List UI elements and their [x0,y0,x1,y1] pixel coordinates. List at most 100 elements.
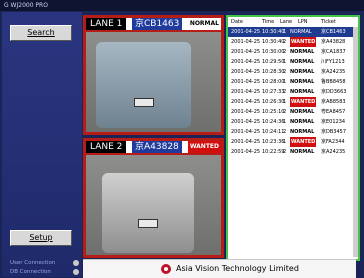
lane-2-label: LANE 2 [86,141,127,153]
cell-lane: 2 [283,149,287,155]
cell-status: NORMAL [290,79,315,85]
cell-time: 10:28:00 [262,79,285,85]
table-row[interactable]: 2001-04-25 10:24:36 1 NORMAL 京E01234 [228,117,358,127]
cell-time: 10:30:40 [262,29,285,35]
table-row[interactable]: 2001-04-25 10:28:00 1 NORMAL 鲁BB8458 [228,77,358,87]
cell-date: 2001-04-25 [231,69,261,75]
cell-status: NORMAL [290,119,315,125]
cell-lane: 1 [283,99,287,105]
table-row[interactable]: 2001-04-25 10:22:59 2 NORMAL 京A24235 [228,147,358,157]
cell-ticket: 川FY1213 [321,59,345,65]
cell-date: 2001-04-25 [231,129,261,135]
cell-status: NORMAL [290,149,315,155]
column-header-lpn: LPN [298,19,308,25]
cell-status: WANTED [290,137,317,147]
cell-ticket: 京CA1837 [321,49,346,55]
lane-2-camera-image [86,155,221,255]
column-header-time: Time [262,19,275,25]
cell-ticket: 京DD3663 [321,89,347,95]
cell-lane: 2 [283,89,287,95]
cell-time: 10:28:30 [262,69,285,75]
lane-2-panel: LANE 2 京A43828 WANTED [83,138,224,258]
table-row[interactable]: 2001-04-25 10:24:11 2 NORMAL 京DB3457 [228,127,358,137]
cell-status: NORMAL [290,89,315,95]
cell-time: 10:26:30 [262,99,285,105]
app-window: G WJ2000 PRO Search Setup User Connectio… [0,0,364,278]
cell-lane: 2 [283,129,287,135]
table-row[interactable]: 2001-04-25 10:29:50 1 NORMAL 川FY1213 [228,57,358,67]
lane-1-lpn: 京CB1463 [132,18,183,30]
cell-date: 2001-04-25 [231,139,261,145]
cell-ticket: 京A43828 [321,39,346,45]
db-connection-label: DB Connection [10,269,51,275]
table-row[interactable]: 2001-04-25 10:26:30 1 WANTED 京AB8583 [228,97,358,107]
cell-date: 2001-04-25 [231,109,261,115]
window-title: G WJ2000 PRO [0,0,364,11]
cell-status: WANTED [290,97,317,107]
table-row[interactable]: 2001-04-25 10:23:36 1 WANTED 京FA2344 [228,137,358,147]
cell-date: 2001-04-25 [231,119,261,125]
cell-ticket: 鲁BB8458 [321,79,346,85]
lane-1-status-badge: NORMAL [189,20,219,27]
cell-lane: 2 [283,49,287,55]
search-button[interactable]: Search [10,25,72,41]
table-row[interactable]: 2001-04-25 10:25:10 2 NORMAL 粤EA8457 [228,107,358,117]
cell-lane: 2 [283,109,287,115]
cell-time: 10:27:33 [262,89,285,95]
cell-lane: 2 [283,39,287,45]
cell-status: NORMAL [290,69,315,75]
cell-lane: 1 [283,79,287,85]
lane-1-label: LANE 1 [86,18,127,30]
cell-status: NORMAL [290,59,315,65]
cell-date: 2001-04-25 [231,99,261,105]
cell-date: 2001-04-25 [231,79,261,85]
db-connection-indicator-icon [73,269,79,275]
cell-ticket: 京DB3457 [321,129,347,135]
column-header-date: Date [231,19,243,25]
cell-time: 10:30:40 [262,39,285,45]
cell-ticket: 京AB8583 [321,99,346,105]
table-row[interactable]: 2001-04-25 10:30:40 1 NORMAL 京CB1463 [228,27,358,37]
user-connection-label: User Connection [10,260,56,266]
table-row[interactable]: 2001-04-25 10:27:33 2 NORMAL 京DD3663 [228,87,358,97]
cell-ticket: 京A24235 [321,149,346,155]
column-header-lane: Lane [280,19,293,25]
cell-date: 2001-04-25 [231,29,261,35]
cell-lane: 1 [283,119,287,125]
cell-ticket: 京A24235 [321,69,346,75]
cell-date: 2001-04-25 [231,39,261,45]
cell-ticket: 粤EA8457 [321,109,346,115]
cell-status: WANTED [290,37,317,47]
cell-date: 2001-04-25 [231,49,261,55]
lane-2-lpn: 京A43828 [132,141,182,153]
table-scrollbar[interactable] [353,27,358,257]
cell-time: 10:23:36 [262,139,285,145]
cell-date: 2001-04-25 [231,149,261,155]
cell-ticket: 京CB1463 [321,29,346,35]
cell-date: 2001-04-25 [231,59,261,65]
cell-status: NORMAL [290,49,315,55]
cell-ticket: 京FA2344 [321,139,345,145]
cell-time: 10:30:00 [262,49,285,55]
cell-time: 10:29:50 [262,59,285,65]
column-header-ticket: Ticket [321,19,336,25]
cell-lane: 1 [283,59,287,65]
records-table[interactable]: Date Time Lane LPN Ticket 2001-04-25 10:3… [226,15,360,261]
cell-time: 10:22:59 [262,149,285,155]
cell-time: 10:24:36 [262,119,285,125]
lane-2-status-badge: WANTED [187,141,221,153]
footer-bar: Asia Vision Technology Limited [83,259,356,278]
cell-date: 2001-04-25 [231,89,261,95]
user-connection-indicator-icon [73,260,79,266]
setup-button[interactable]: Setup [10,230,72,246]
cell-lane: 2 [283,69,287,75]
table-row[interactable]: 2001-04-25 10:30:40 2 WANTED 京A43828 [228,37,358,47]
table-row[interactable]: 2001-04-25 10:28:30 2 NORMAL 京A24235 [228,67,358,77]
lane-2-header: LANE 2 京A43828 WANTED [86,141,221,153]
license-plate-icon [134,98,154,107]
vehicle-image [102,173,194,253]
sidebar: Search Setup User Connection DB Connecti… [2,12,82,277]
cell-time: 10:25:10 [262,109,285,115]
table-row[interactable]: 2001-04-25 10:30:00 2 NORMAL 京CA1837 [228,47,358,57]
license-plate-icon [138,219,158,228]
